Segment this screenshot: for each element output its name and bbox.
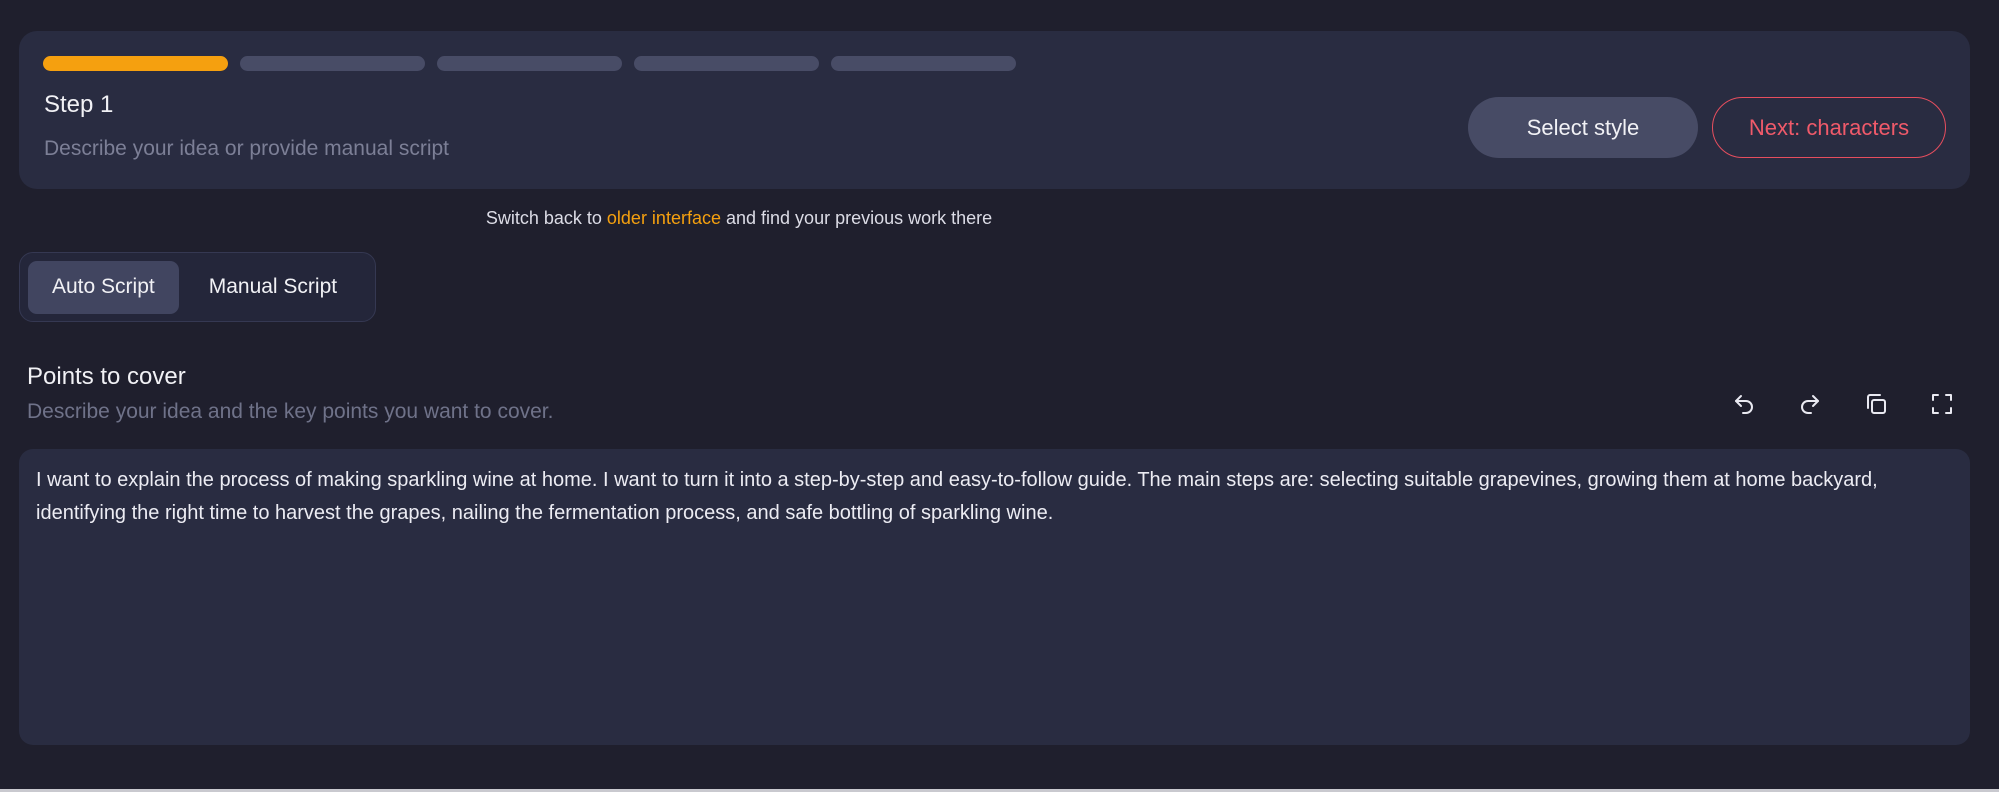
points-description: Describe your idea and the key points yo…: [27, 400, 554, 423]
progress-segment-3: [437, 56, 622, 71]
undo-icon[interactable]: [1730, 390, 1758, 418]
switch-notice-suffix: and find your previous work there: [726, 208, 993, 228]
editor-toolbar: [1730, 390, 1956, 418]
switch-interface-notice: Switch back to older interface and find …: [0, 208, 1478, 229]
fullscreen-icon[interactable]: [1928, 390, 1956, 418]
step-description: Describe your idea or provide manual scr…: [44, 137, 450, 160]
redo-icon[interactable]: [1796, 390, 1824, 418]
points-textarea[interactable]: I want to explain the process of making …: [19, 449, 1970, 745]
step-title: Step 1: [44, 91, 114, 118]
step-card: Step 1 Describe your idea or provide man…: [19, 31, 1970, 189]
copy-icon[interactable]: [1862, 390, 1890, 418]
progress-segment-5: [831, 56, 1016, 71]
progress-segment-2: [240, 56, 425, 71]
progress-segment-4: [634, 56, 819, 71]
older-interface-link[interactable]: older interface: [607, 208, 721, 228]
script-mode-tabs: Auto Script Manual Script: [19, 252, 376, 322]
tab-manual-script[interactable]: Manual Script: [185, 261, 361, 314]
tab-auto-script[interactable]: Auto Script: [28, 260, 179, 314]
points-title: Points to cover: [27, 363, 186, 390]
next-characters-button[interactable]: Next: characters: [1712, 97, 1946, 158]
progress-segment-1: [43, 56, 228, 71]
switch-notice-prefix: Switch back to: [485, 208, 602, 228]
select-style-button[interactable]: Select style: [1468, 97, 1698, 158]
step-progress: [43, 56, 1016, 71]
